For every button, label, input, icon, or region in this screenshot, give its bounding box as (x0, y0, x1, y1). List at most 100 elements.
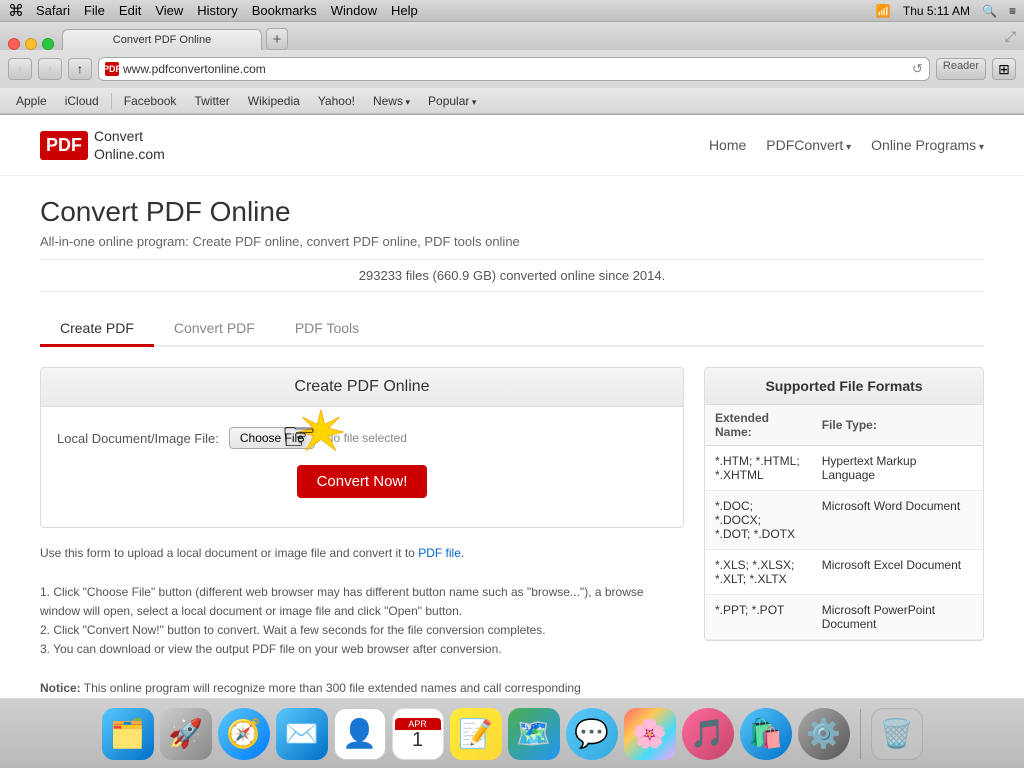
menu-view[interactable]: View (155, 3, 183, 18)
step-1: 1. Click "Choose File" button (different… (40, 583, 684, 621)
dock: 🗂️ 🚀 🧭 ✉️ 👤 APR 1 📝 🗺️ 💬 🌸 🎵 🛍️ ⚙️ 🗑️ (0, 698, 1024, 768)
tab-pdf-tools[interactable]: PDF Tools (275, 312, 379, 347)
reader-button[interactable]: Reader (936, 58, 986, 80)
format-row-excel: *.XLS; *.XLSX; *.XLT; *.XLTX Microsoft E… (705, 550, 983, 595)
site-nav: Home PDFConvert Online Programs (709, 137, 984, 153)
content-area: Create PDF Online Local Document/Image F… (40, 367, 984, 698)
close-window-button[interactable] (8, 38, 20, 50)
bookmark-separator (111, 93, 112, 109)
menu-history[interactable]: History (197, 3, 237, 18)
format-type-ppt: Microsoft PowerPoint Document (812, 595, 983, 640)
format-row-ppt: *.PPT; *.POT Microsoft PowerPoint Docume… (705, 595, 983, 640)
menu-bookmarks[interactable]: Bookmarks (252, 3, 317, 18)
pdf-link[interactable]: PDF file (418, 546, 461, 560)
new-tab-button[interactable]: + (266, 28, 288, 50)
form-box-header: Create PDF Online (41, 368, 683, 407)
dock-photos[interactable]: 🌸 (624, 708, 676, 760)
menu-edit[interactable]: Edit (119, 3, 141, 18)
bookmark-popular[interactable]: Popular (420, 92, 484, 110)
logo-text: Convert Online.com (94, 127, 165, 163)
dock-safari[interactable]: 🧭 (218, 708, 270, 760)
left-panel: Create PDF Online Local Document/Image F… (40, 367, 684, 698)
main-content: PDF Convert Online.com Home PDFConvert O… (0, 115, 1024, 699)
dock-systemprefs[interactable]: ⚙️ (798, 708, 850, 760)
dock-trash[interactable]: 🗑️ (871, 708, 923, 760)
choose-file-button[interactable]: Choose File (229, 427, 315, 449)
site-logo: PDF Convert Online.com (40, 127, 165, 163)
content-tabs: Create PDF Convert PDF PDF Tools (40, 312, 984, 347)
format-type-word: Microsoft Word Document (812, 491, 983, 550)
dock-itunes[interactable]: 🎵 (682, 708, 734, 760)
forward-button[interactable]: › (38, 58, 62, 80)
format-ext-excel: *.XLS; *.XLSX; *.XLT; *.XLTX (705, 550, 812, 595)
bookmark-wikipedia[interactable]: Wikipedia (240, 92, 308, 110)
list-icon[interactable]: ≡ (1009, 4, 1016, 18)
menu-window[interactable]: Window (331, 3, 377, 18)
dock-mail[interactable]: ✉️ (276, 708, 328, 760)
dock-messages[interactable]: 💬 (566, 708, 618, 760)
format-row-word: *.DOC; *.DOCX; *.DOT; *.DOTX Microsoft W… (705, 491, 983, 550)
menu-file[interactable]: File (84, 3, 105, 18)
dock-maps[interactable]: 🗺️ (508, 708, 560, 760)
apple-menu[interactable]: ⌘ (8, 1, 24, 21)
col-ext-header: Extended Name: (705, 405, 812, 446)
logo-line2: Online.com (94, 145, 165, 163)
tab-create-pdf[interactable]: Create PDF (40, 312, 154, 347)
convert-button[interactable]: Convert Now! (297, 465, 428, 498)
bookmark-icloud[interactable]: iCloud (57, 92, 107, 110)
page-title: Convert PDF Online (40, 196, 984, 228)
nav-home[interactable]: Home (709, 137, 746, 153)
format-ext-ppt: *.PPT; *.POT (705, 595, 812, 640)
bookmark-apple[interactable]: Apple (8, 92, 55, 110)
format-ext-html: *.HTM; *.HTML; *.XHTML (705, 446, 812, 491)
dock-launchpad[interactable]: 🚀 (160, 708, 212, 760)
bookmark-news[interactable]: News (365, 92, 418, 110)
format-row-html: *.HTM; *.HTML; *.XHTML Hypertext Markup … (705, 446, 983, 491)
nav-pdfconvert[interactable]: PDFConvert (766, 137, 851, 153)
back-button[interactable]: ‹ (8, 58, 32, 80)
active-tab[interactable]: Convert PDF Online (62, 29, 262, 50)
tab-convert-pdf[interactable]: Convert PDF (154, 312, 275, 347)
dock-notes[interactable]: 📝 (450, 708, 502, 760)
wifi-icon: 📶 (876, 4, 891, 18)
format-type-excel: Microsoft Excel Document (812, 550, 983, 595)
reload-button[interactable]: ↺ (912, 61, 923, 77)
dock-appstore[interactable]: 🛍️ (740, 708, 792, 760)
menu-bar: ⌘ Safari File Edit View History Bookmark… (0, 0, 1024, 22)
tab-bar: Convert PDF Online + ⤢ (0, 22, 1024, 50)
step-2: 2. Click "Convert Now!" button to conver… (40, 621, 684, 640)
file-input-row: Local Document/Image File: Choose File N… (57, 427, 667, 449)
bookmarks-bar: Apple iCloud Facebook Twitter Wikipedia … (0, 88, 1024, 114)
site-favicon: PDF (105, 62, 119, 76)
bookmark-yahoo[interactable]: Yahoo! (310, 92, 363, 110)
clock: Thu 5:11 AM (903, 4, 970, 18)
notice-label: Notice: (40, 681, 81, 695)
share-button[interactable]: ↑ (68, 58, 92, 80)
nav-online-programs[interactable]: Online Programs (871, 137, 984, 153)
page-subtitle: All-in-one online program: Create PDF on… (40, 234, 984, 249)
search-icon[interactable]: 🔍 (982, 4, 997, 18)
bookmark-button[interactable]: ⊞ (992, 58, 1016, 80)
menu-safari[interactable]: Safari (36, 3, 70, 18)
logo-pdf-badge: PDF (40, 131, 88, 160)
formats-table: Extended Name: File Type: *.HTM; *.HTML;… (705, 405, 983, 640)
bookmark-twitter[interactable]: Twitter (186, 92, 237, 110)
dock-finder[interactable]: 🗂️ (102, 708, 154, 760)
step-3: 3. You can download or view the output P… (40, 640, 684, 659)
menu-help[interactable]: Help (391, 3, 418, 18)
stats-text: 293233 files (660.9 GB) converted online… (40, 259, 984, 292)
format-ext-word: *.DOC; *.DOCX; *.DOT; *.DOTX (705, 491, 812, 550)
formats-header: Supported File Formats (705, 368, 983, 405)
url-bar[interactable]: PDF www.pdfconvertonline.com ↺ (98, 57, 930, 81)
browser-toolbar: ‹ › ↑ PDF www.pdfconvertonline.com ↺ Rea… (0, 50, 1024, 88)
bookmark-facebook[interactable]: Facebook (116, 92, 185, 110)
maximize-window-button[interactable] (42, 38, 54, 50)
instructions: Use this form to upload a local document… (40, 544, 684, 698)
dock-contacts[interactable]: 👤 (334, 708, 386, 760)
right-panel: Supported File Formats Extended Name: Fi… (704, 367, 984, 698)
dock-calendar[interactable]: APR 1 (392, 708, 444, 760)
form-box-body: Local Document/Image File: Choose File N… (41, 407, 683, 527)
form-box: Create PDF Online Local Document/Image F… (40, 367, 684, 528)
col-type-header: File Type: (812, 405, 983, 446)
minimize-window-button[interactable] (25, 38, 37, 50)
